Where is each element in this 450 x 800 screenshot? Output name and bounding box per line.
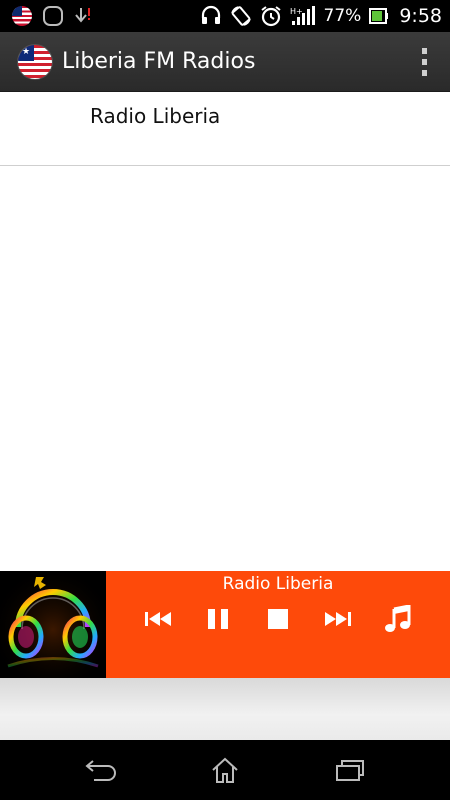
svg-text:H+: H+ <box>290 7 303 16</box>
home-icon[interactable] <box>207 754 243 786</box>
previous-icon[interactable] <box>138 599 178 639</box>
headset-icon <box>201 5 220 24</box>
status-bar: H+ 77% 9:58 <box>0 0 450 32</box>
liberia-flag-icon <box>12 6 32 26</box>
download-icon <box>75 8 90 23</box>
battery-percent: 77% <box>323 6 362 26</box>
rotate-icon <box>230 6 251 26</box>
liberia-flag-icon[interactable]: ★ <box>18 44 52 79</box>
back-icon[interactable] <box>82 754 118 786</box>
list-item-label: Radio Liberia <box>90 104 221 128</box>
player-panel: Radio Liberia <box>106 571 450 678</box>
next-icon[interactable] <box>318 599 358 639</box>
app-title: Liberia FM Radios <box>62 49 256 74</box>
pause-icon[interactable] <box>198 599 238 639</box>
clock: 9:58 <box>399 5 442 27</box>
screen: H+ 77% 9:58 ★ Liberia FM Radios Radio Li… <box>0 0 450 800</box>
signal-icon: H+ <box>290 6 315 25</box>
headphones-artwork <box>0 571 106 678</box>
action-bar: ★ Liberia FM Radios <box>0 32 450 92</box>
stop-icon[interactable] <box>258 599 298 639</box>
app-notification-icon <box>43 6 63 26</box>
bottom-strip <box>0 678 450 740</box>
battery-icon <box>369 8 389 24</box>
alarm-icon <box>260 6 281 27</box>
music-note-icon[interactable] <box>378 599 418 639</box>
player-controls <box>106 599 450 639</box>
list-item-radio-liberia[interactable]: Radio Liberia <box>0 92 450 166</box>
player-bar: Radio Liberia <box>0 571 450 678</box>
now-playing-title: Radio Liberia <box>222 574 334 594</box>
navigation-bar <box>0 740 450 800</box>
recent-apps-icon[interactable] <box>332 754 368 786</box>
overflow-menu-icon[interactable] <box>420 48 428 76</box>
station-list: Radio Liberia <box>0 92 450 571</box>
